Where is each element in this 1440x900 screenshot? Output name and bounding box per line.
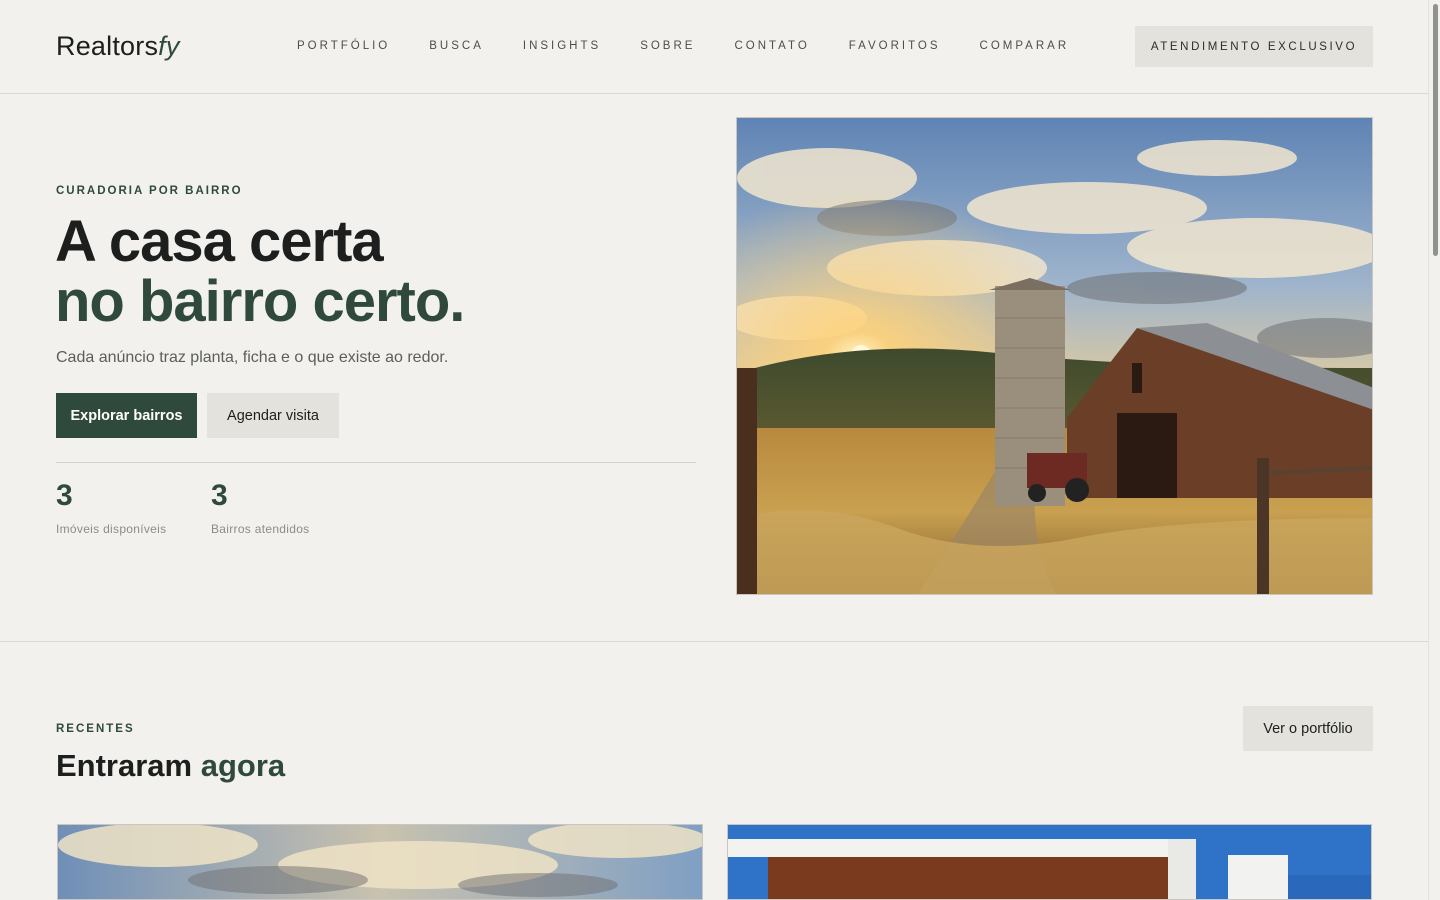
stat-neighborhoods: 3 Bairros atendidos — [211, 479, 310, 537]
hero-title-line1: A casa certa — [55, 209, 384, 274]
exclusive-service-button[interactable]: ATENDIMENTO EXCLUSIVO — [1135, 26, 1373, 67]
stat-properties-label: Imóveis disponíveis — [56, 522, 167, 536]
hero-divider — [56, 462, 696, 463]
nav-item-insights[interactable]: INSIGHTS — [523, 40, 601, 52]
recent-title-part2: agora — [200, 748, 286, 783]
recent-title: Entraram agora — [56, 748, 285, 784]
hero-title-line2: no bairro certo. — [55, 269, 465, 334]
nav-item-favoritos[interactable]: FAVORITOS — [849, 40, 941, 52]
stat-properties: 3 Imóveis disponíveis — [56, 479, 167, 537]
main-nav: PORTFÓLIO BUSCA INSIGHTS SOBRE CONTATO F… — [297, 40, 1069, 52]
stat-neighborhoods-value: 3 — [211, 479, 228, 512]
nav-item-sobre[interactable]: SOBRE — [640, 40, 695, 52]
explore-neighborhoods-button[interactable]: Explorar bairros — [56, 393, 197, 438]
section-divider — [0, 641, 1428, 642]
brand-suffix: fy — [158, 31, 180, 61]
page-scrollbar[interactable] — [1428, 0, 1440, 900]
nav-item-comparar[interactable]: COMPARAR — [980, 40, 1070, 52]
nav-item-portfolio[interactable]: PORTFÓLIO — [297, 40, 390, 52]
nav-item-busca[interactable]: BUSCA — [429, 40, 484, 52]
stat-neighborhoods-label: Bairros atendidos — [211, 522, 310, 536]
brand-logo[interactable]: Realtorsfy — [56, 31, 180, 62]
hero-eyebrow: CURADORIA POR BAIRRO — [56, 185, 243, 197]
hero-subtitle: Cada anúncio traz planta, ficha e o que … — [56, 349, 449, 366]
schedule-visit-button[interactable]: Agendar visita — [207, 393, 339, 438]
listing-card-image-1[interactable] — [57, 824, 703, 900]
scrollbar-thumb[interactable] — [1433, 4, 1438, 256]
hero-barn-image — [736, 117, 1373, 595]
recent-title-part1: Entraram — [56, 748, 193, 783]
listing-card-image-2[interactable] — [727, 824, 1372, 900]
hero-title: A casa certa no bairro certo. — [55, 209, 465, 334]
nav-item-contato[interactable]: CONTATO — [734, 40, 809, 52]
brand-name: Realtors — [56, 31, 159, 61]
site-header: Realtorsfy PORTFÓLIO BUSCA INSIGHTS SOBR… — [0, 0, 1428, 94]
recent-eyebrow: RECENTES — [56, 723, 135, 735]
stat-properties-value: 3 — [56, 479, 73, 512]
view-portfolio-button[interactable]: Ver o portfólio — [1243, 706, 1373, 751]
